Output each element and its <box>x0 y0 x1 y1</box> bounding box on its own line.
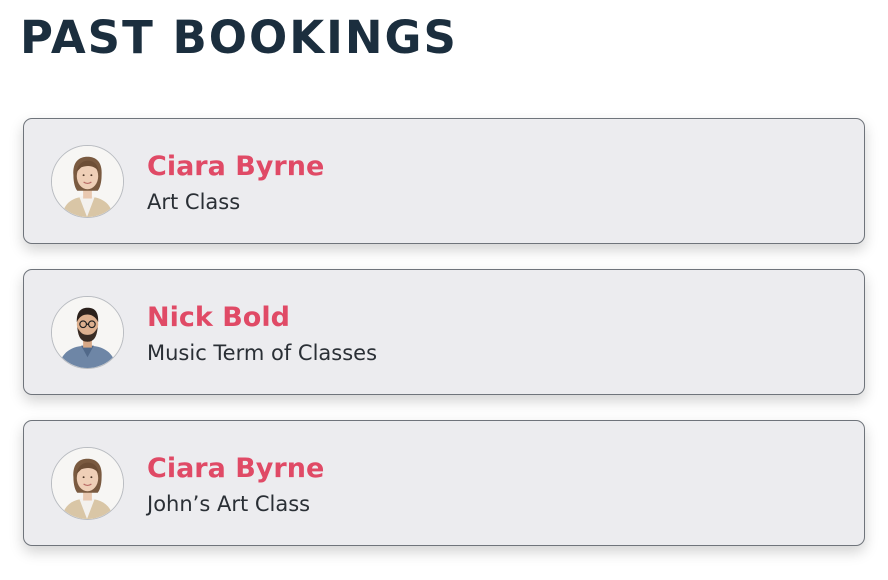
booking-text: Nick Bold Music Term of Classes <box>147 300 377 368</box>
booking-list: Ciara Byrne Art Class Nick Bold Music Te… <box>23 118 865 571</box>
woman-portrait-icon <box>52 448 123 519</box>
woman-portrait-icon <box>52 146 123 217</box>
booking-text: Ciara Byrne John’s Art Class <box>147 451 324 519</box>
booking-card[interactable]: Ciara Byrne Art Class <box>23 118 865 244</box>
booking-service: Art Class <box>147 190 241 214</box>
booking-card[interactable]: Nick Bold Music Term of Classes <box>23 269 865 395</box>
page-title: PAST BOOKINGS <box>20 11 458 64</box>
avatar <box>51 145 124 218</box>
avatar <box>51 296 124 369</box>
booking-service: Music Term of Classes <box>147 341 378 365</box>
booking-text: Ciara Byrne Art Class <box>147 149 324 217</box>
booking-service: John’s Art Class <box>147 492 311 516</box>
man-portrait-icon <box>52 297 123 368</box>
booking-name: Nick Bold <box>147 302 290 333</box>
booking-card[interactable]: Ciara Byrne John’s Art Class <box>23 420 865 546</box>
booking-name: Ciara Byrne <box>147 453 325 484</box>
avatar <box>51 447 124 520</box>
booking-name: Ciara Byrne <box>147 151 325 182</box>
